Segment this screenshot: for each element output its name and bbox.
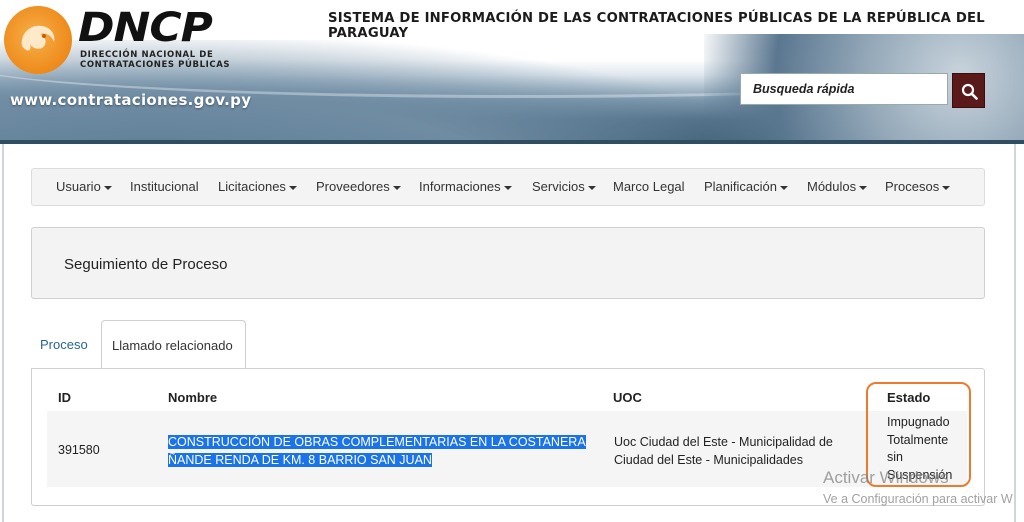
site-url[interactable]: www.contrataciones.gov.py	[10, 91, 251, 109]
system-title: SISTEMA DE INFORMACIÓN DE LAS CONTRATACI…	[328, 11, 985, 41]
caret-down-icon	[780, 185, 788, 190]
cell-nombre-link[interactable]: CONSTRUCCIÓN DE OBRAS COMPLEMENTARIAS EN…	[168, 433, 593, 469]
nav-proveedores-label: Proveedores	[316, 179, 390, 194]
nav-planificacion-label: Planificación	[704, 179, 777, 194]
caret-down-icon	[103, 185, 112, 190]
nav-proveedores[interactable]: Proveedores	[316, 179, 401, 194]
tab-proceso[interactable]: Proceso	[40, 337, 88, 352]
frame-left-border	[2, 144, 4, 522]
main-navbar: Usuario Institucional Licitaciones Prove…	[31, 168, 985, 206]
cell-uoc-line2: Ciudad del Este - Municipalidades	[614, 453, 803, 467]
quick-search-input[interactable]: Busqueda rápida	[740, 73, 948, 105]
search-button[interactable]	[952, 73, 985, 108]
site-header: DNCP DIRECCIÓN NACIONAL DE CONTRATACIONE…	[0, 0, 1024, 140]
nav-servicios[interactable]: Servicios	[532, 179, 596, 194]
frame-right-border	[1014, 144, 1016, 522]
nav-institucional-label: Institucional	[130, 179, 199, 194]
nav-modulos[interactable]: Módulos	[807, 179, 868, 194]
logo-title[interactable]: DNCP	[78, 4, 213, 51]
logo-subtitle: DIRECCIÓN NACIONAL DE CONTRATACIONES PÚB…	[80, 50, 230, 70]
cell-uoc: Uoc Ciudad del Este - Municipalidad de C…	[614, 433, 854, 469]
tab-llamado-relacionado-label: Llamado relacionado	[112, 338, 233, 353]
nav-usuario-label: Usuario	[56, 179, 101, 194]
nav-servicios-label: Servicios	[532, 179, 585, 194]
nav-procesos[interactable]: Procesos	[885, 179, 951, 194]
page-title-panel: Seguimiento de Proceso	[31, 227, 985, 299]
caret-down-icon	[503, 185, 512, 190]
nav-marco-legal-label: Marco Legal	[613, 179, 685, 194]
column-header-nombre: Nombre	[168, 390, 218, 405]
cell-uoc-line1: Uoc Ciudad del Este - Municipalidad de	[614, 435, 833, 449]
nav-licitaciones[interactable]: Licitaciones	[218, 179, 297, 194]
nav-licitaciones-label: Licitaciones	[218, 179, 286, 194]
caret-down-icon	[392, 185, 401, 190]
caret-down-icon	[859, 185, 868, 190]
page-title: Seguimiento de Proceso	[64, 256, 228, 273]
windows-activation-watermark-subtitle: Ve a Configuración para activar W	[823, 492, 1013, 506]
nav-marco-legal[interactable]: Marco Legal	[613, 179, 685, 194]
cell-nombre-line2[interactable]: ÑANDE RENDA DE KM. 8 BARRIO SAN JUAN	[168, 453, 432, 467]
cell-nombre-line1[interactable]: CONSTRUCCIÓN DE OBRAS COMPLEMENTARIAS EN…	[168, 435, 586, 449]
nav-modulos-label: Módulos	[807, 179, 857, 194]
column-header-id: ID	[58, 390, 71, 405]
nav-informaciones[interactable]: Informaciones	[419, 179, 512, 194]
nav-usuario[interactable]: Usuario	[56, 179, 112, 194]
header-bottom-bar	[0, 140, 1024, 144]
tab-llamado-relacionado[interactable]: Llamado relacionado	[101, 320, 246, 369]
caret-down-icon	[587, 185, 596, 190]
logo-subtitle-line2: CONTRATACIONES PÚBLICAS	[80, 60, 231, 70]
caret-down-icon	[942, 185, 951, 190]
nav-planificacion[interactable]: Planificación	[704, 179, 788, 194]
column-header-uoc: UOC	[613, 390, 642, 405]
nav-institucional[interactable]: Institucional	[130, 179, 199, 194]
nav-procesos-label: Procesos	[885, 179, 940, 194]
logo-subtitle-line1: DIRECCIÓN NACIONAL DE	[80, 50, 214, 60]
nav-informaciones-label: Informaciones	[419, 179, 501, 194]
dncp-logo-icon[interactable]	[4, 6, 72, 74]
search-icon	[961, 83, 978, 100]
cell-id: 391580	[58, 443, 100, 457]
caret-down-icon	[288, 185, 297, 190]
windows-activation-watermark-title: Activar Windows	[823, 468, 949, 487]
